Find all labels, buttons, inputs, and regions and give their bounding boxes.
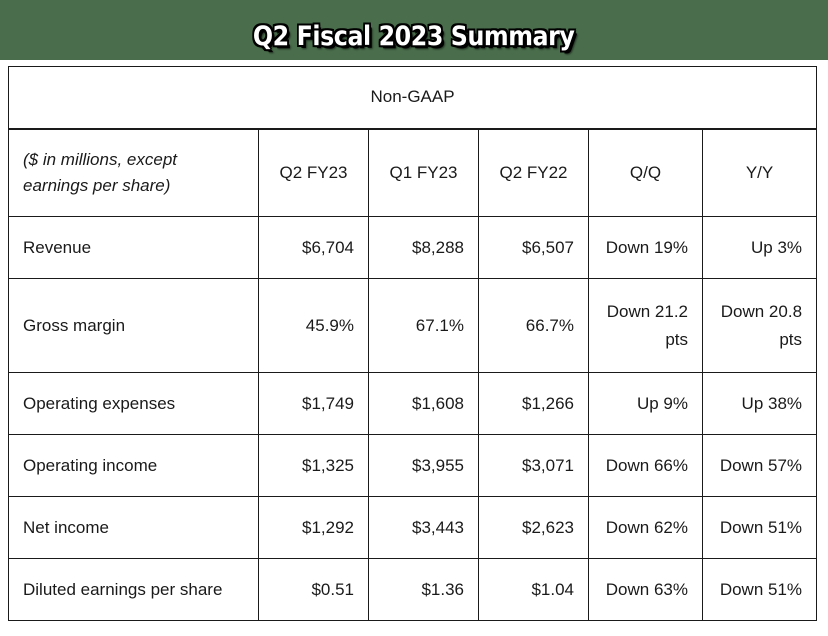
- metric-name-cell: Operating income: [8, 434, 259, 497]
- metric-value-cell-q2fy23: $1,292: [258, 496, 369, 559]
- metric-name-cell: Gross margin: [8, 278, 259, 373]
- metric-value-cell-q2fy22: $1,266: [478, 372, 589, 435]
- column-header-metric-line1: ($ in millions, except: [23, 149, 178, 169]
- metric-value-cell-qoq: Down 21.2 pts: [588, 278, 703, 373]
- metric-value-cell-q2fy22: $1.04: [478, 558, 589, 621]
- metric-value-cell-qoq: Down 19%: [588, 216, 703, 279]
- table-row: Diluted earnings per share $0.51 $1.36 $1.0…: [8, 558, 818, 621]
- metric-value-cell-q2fy23: $0.51: [258, 558, 369, 621]
- table-row: Operating expenses $1,749 $1,608 $1,266 Up 9…: [8, 372, 818, 435]
- summary-slide: Q2 Fiscal 2023 Summary Non-GAAP ($ in mil…: [0, 0, 828, 636]
- metric-value-cell-q2fy22: 66.7%: [478, 278, 589, 373]
- metric-name-cell: Net income: [8, 496, 259, 559]
- metric-value-cell-q1fy23: $3,955: [368, 434, 479, 497]
- metric-value-cell-yoy: Up 3%: [701, 216, 818, 279]
- metric-value-cell-q2fy23: $1,325: [258, 434, 369, 497]
- metric-value-cell-yoy: Up 38%: [701, 372, 818, 435]
- table-row: Gross margin 45.9% 67.1% 66.7% Down 21.2 pts…: [8, 278, 818, 373]
- metric-name-cell: Diluted earnings per share: [8, 558, 259, 621]
- metric-value-cell-yoy: Down 57%: [701, 434, 818, 497]
- financial-summary-table: Non-GAAP ($ in millions, except earnings p…: [7, 66, 818, 621]
- metric-value-cell-q2fy23: $6,704: [258, 216, 369, 279]
- metric-value-cell-yoy: Down 51%: [701, 496, 818, 559]
- metric-value-cell-q1fy23: $1.36: [368, 558, 479, 621]
- metric-value-cell-qoq: Down 62%: [588, 496, 703, 559]
- table-row: Operating income $1,325 $3,955 $3,071 Down 6…: [8, 434, 818, 497]
- table-row: Net income $1,292 $3,443 $2,623 Down 62% Down…: [8, 496, 818, 559]
- page-title: Q2 Fiscal 2023 Summary: [253, 21, 575, 52]
- column-header-metric: ($ in millions, except earnings per share…: [8, 127, 259, 217]
- metric-value-cell-q2fy22: $6,507: [478, 216, 589, 279]
- table-body: Non-GAAP ($ in millions, except earnings p…: [7, 66, 818, 621]
- metric-value-cell-q2fy22: $3,071: [478, 434, 589, 497]
- section-header-cell: Non-GAAP: [7, 66, 818, 129]
- metric-value-cell-q1fy23: $1,608: [368, 372, 479, 435]
- metric-value-cell-yoy: Down 20.8 pts: [701, 278, 818, 373]
- column-header-q2fy23: Q2 FY23: [258, 127, 369, 217]
- metric-value-cell-qoq: Up 9%: [588, 372, 703, 435]
- metric-value-cell-q2fy23: 45.9%: [258, 278, 369, 373]
- metric-value-cell-q1fy23: 67.1%: [368, 278, 479, 373]
- metric-value-cell-q1fy23: $3,443: [368, 496, 479, 559]
- title-banner: Q2 Fiscal 2023 Summary: [0, 0, 828, 60]
- column-header-q2fy22: Q2 FY22: [478, 127, 589, 217]
- column-header-row: ($ in millions, except earnings per share…: [8, 127, 818, 217]
- column-header-qoq: Q/Q: [588, 127, 703, 217]
- section-header-row: Non-GAAP: [7, 66, 818, 129]
- table-row: Revenue $6,704 $8,288 $6,507 Down 19% Up 3%: [8, 216, 818, 279]
- metric-name-cell: Revenue: [8, 216, 259, 279]
- metric-value-cell-qoq: Down 63%: [588, 558, 703, 621]
- column-header-metric-line2: earnings per share): [23, 175, 171, 195]
- metric-name-cell: Operating expenses: [8, 372, 259, 435]
- metric-value-cell-q1fy23: $8,288: [368, 216, 479, 279]
- metric-value-cell-qoq: Down 66%: [588, 434, 703, 497]
- column-header-q1fy23: Q1 FY23: [368, 127, 479, 217]
- metric-value-cell-q2fy22: $2,623: [478, 496, 589, 559]
- metric-value-cell-q2fy23: $1,749: [258, 372, 369, 435]
- metric-value-cell-yoy: Down 51%: [701, 558, 818, 621]
- column-header-yoy: Y/Y: [701, 127, 818, 217]
